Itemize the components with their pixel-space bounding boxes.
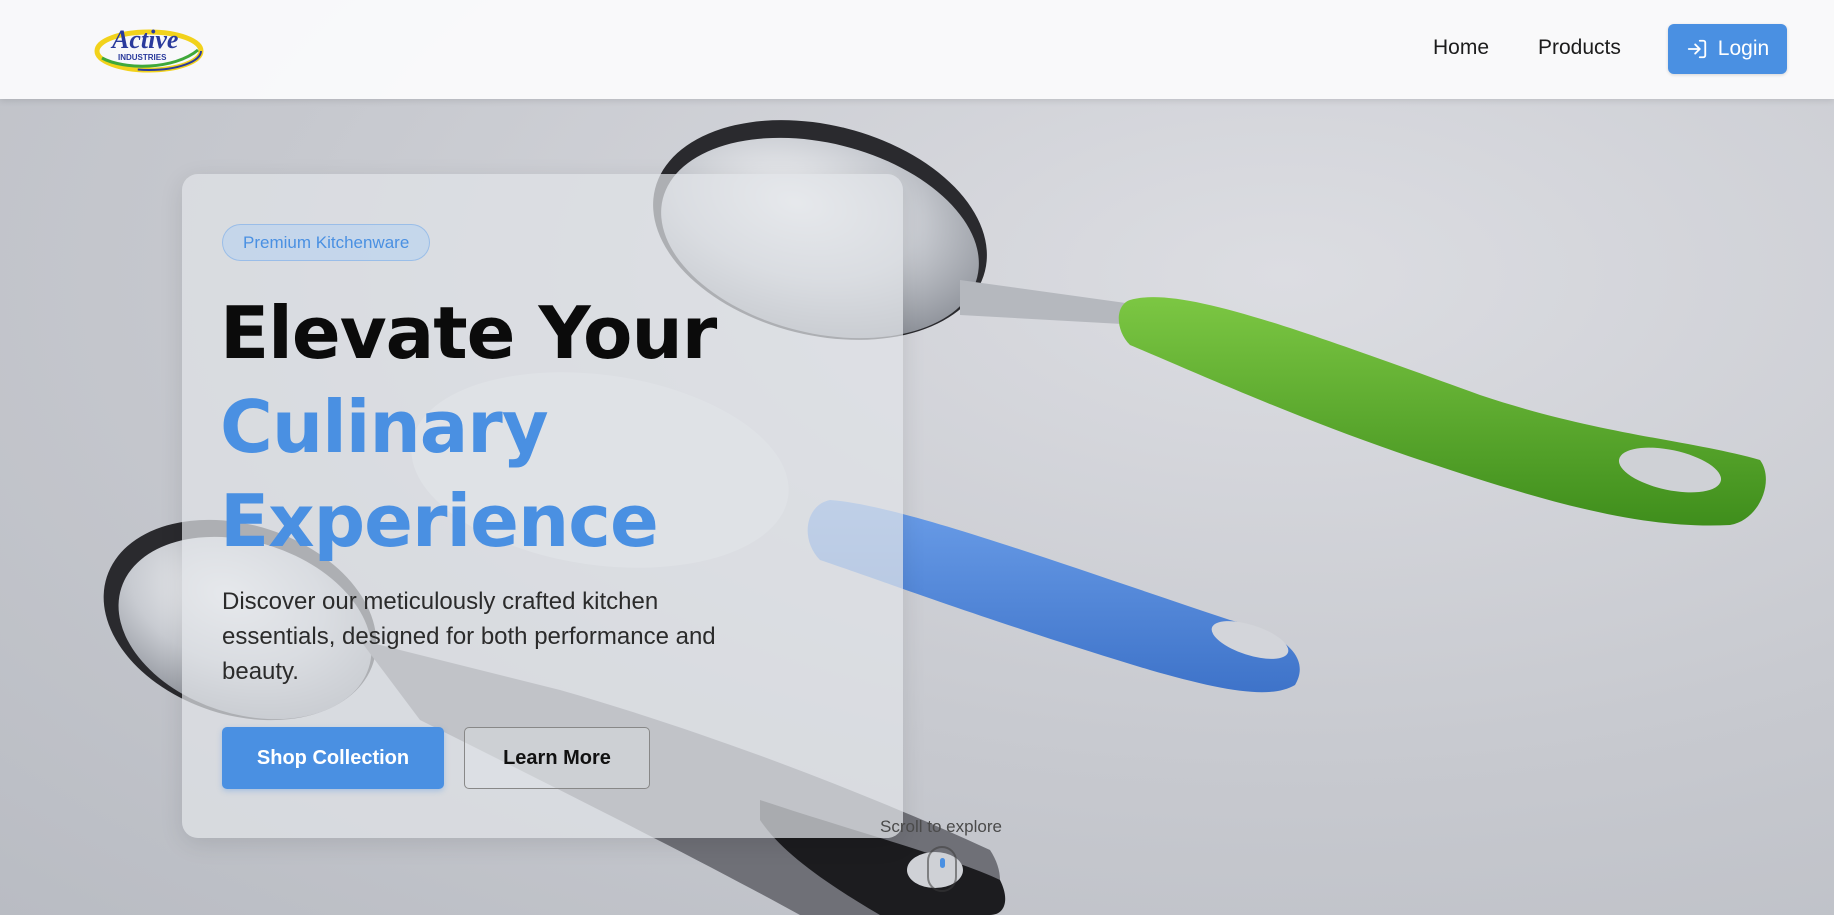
headline-line-3: Experience xyxy=(220,479,659,563)
site-header: Active INDUSTRIES Home Products Login xyxy=(0,0,1834,99)
headline-line-2: Culinary xyxy=(220,385,549,469)
login-button-label: Login xyxy=(1717,37,1770,60)
hero-headline: Elevate Your Culinary Experience xyxy=(220,286,880,568)
brand-logo[interactable]: Active INDUSTRIES xyxy=(94,20,204,76)
login-icon xyxy=(1687,39,1706,59)
scroll-wheel-dot xyxy=(940,858,945,868)
login-button[interactable]: Login xyxy=(1668,24,1787,74)
hero-card: Premium Kitchenware Elevate Your Culinar… xyxy=(182,174,903,838)
scroll-hint-text: Scroll to explore xyxy=(880,817,1002,836)
shop-collection-button[interactable]: Shop Collection xyxy=(222,727,444,789)
nav-products-link[interactable]: Products xyxy=(1538,36,1621,60)
scroll-mouse-icon[interactable] xyxy=(927,846,957,892)
svg-text:Active: Active xyxy=(110,25,178,54)
learn-more-button[interactable]: Learn More xyxy=(464,727,650,789)
premium-badge: Premium Kitchenware xyxy=(222,224,431,261)
nav-home-link[interactable]: Home xyxy=(1433,36,1489,60)
svg-text:INDUSTRIES: INDUSTRIES xyxy=(118,53,167,62)
active-industries-logo-icon: Active INDUSTRIES xyxy=(94,25,204,73)
headline-line-1: Elevate Your xyxy=(220,291,717,375)
hero-description: Discover our meticulously crafted kitche… xyxy=(222,588,716,685)
